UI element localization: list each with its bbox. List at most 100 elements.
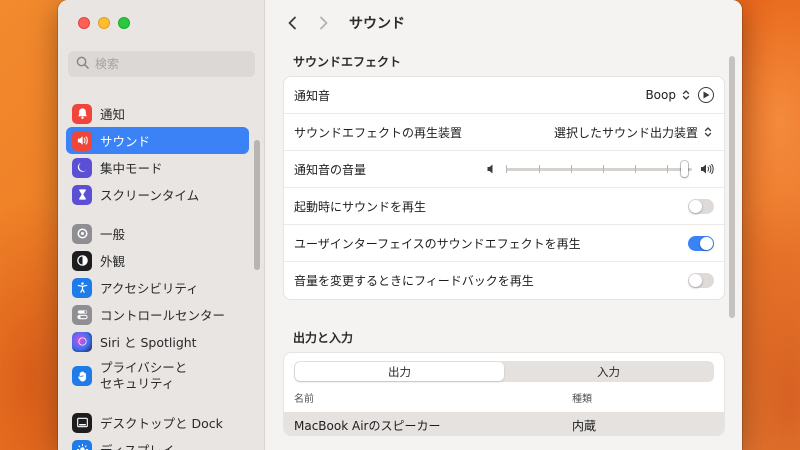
updown-chevron-icon <box>702 125 714 139</box>
display-icon <box>72 439 92 450</box>
label-line-1: プライバシーと <box>100 360 188 375</box>
sidebar-item-privacy-security[interactable]: プライバシーと セキュリティ <box>66 355 249 397</box>
sidebar-item-notifications[interactable]: 通知 <box>66 100 249 127</box>
alert-volume-slider[interactable] <box>506 161 692 177</box>
play-icon <box>703 91 710 99</box>
bell-icon <box>72 103 92 124</box>
speaker-icon <box>72 130 92 151</box>
sidebar-item-label: 集中モード <box>100 161 163 176</box>
device-type: 内蔵 <box>572 418 597 433</box>
alert-volume-label: 通知音の音量 <box>294 162 367 177</box>
slider-tick <box>635 165 636 173</box>
slider-tick <box>539 165 540 173</box>
ui-sound-label: ユーザインターフェイスのサウンドエフェクトを再生 <box>294 236 581 251</box>
accessibility-icon <box>72 277 92 298</box>
chevron-left-icon <box>288 16 296 30</box>
sidebar-item-appearance[interactable]: 外観 <box>66 247 249 274</box>
startup-sound-toggle[interactable] <box>688 198 714 214</box>
slider-tick <box>603 165 604 173</box>
sidebar-item-label: スクリーンタイム <box>100 188 200 203</box>
system-settings-window: 通知 サウンド 集中モード スクリーンタイム <box>58 0 742 450</box>
forward-button[interactable] <box>315 14 333 32</box>
ui-sound-toggle[interactable] <box>688 235 714 251</box>
volume-feedback-label: 音量を変更するときにフィードバックを再生 <box>294 274 534 288</box>
output-input-group: 出力 入力 名前 種類 MacBook Airのスピーカー 内蔵 <box>283 352 725 436</box>
window-controls <box>78 17 130 29</box>
slider-track <box>506 168 692 171</box>
page-title: サウンド <box>349 16 405 32</box>
output-input-segmented-control: 出力 入力 <box>294 361 714 382</box>
sidebar-item-label: Siri と Spotlight <box>100 335 197 350</box>
sidebar-item-siri-spotlight[interactable]: Siri と Spotlight <box>66 328 249 355</box>
sidebar-item-desktop-dock[interactable]: デスクトップと Dock <box>66 409 249 436</box>
sidebar-scrollbar[interactable] <box>254 140 260 270</box>
sidebar-item-label: ディスプレイ <box>100 440 174 450</box>
output-device-popup[interactable]: 選択したサウンド出力装置 <box>554 124 714 141</box>
siri-icon <box>72 331 92 352</box>
slider-tick <box>667 165 668 173</box>
gear-icon <box>72 223 92 244</box>
sidebar-item-displays[interactable]: ディスプレイ <box>66 436 249 450</box>
sidebar-item-control-center[interactable]: コントロールセンター <box>66 301 249 328</box>
sidebar-item-sound[interactable]: サウンド <box>66 127 249 154</box>
alert-sound-value: Boop <box>645 88 676 102</box>
output-device-row: サウンドエフェクトの再生装置 選択したサウンド出力装置 <box>284 114 724 151</box>
updown-chevron-icon <box>680 88 692 102</box>
chevron-right-icon <box>320 16 328 30</box>
alert-sound-popup[interactable]: Boop <box>645 88 692 102</box>
close-button[interactable] <box>78 17 90 29</box>
tab-input[interactable]: 入力 <box>504 362 713 381</box>
sidebar-nav: 通知 サウンド 集中モード スクリーンタイム 一般 外観 アクセシビリティ コン… <box>66 100 249 450</box>
ui-sound-row: ユーザインターフェイスのサウンドエフェクトを再生 <box>284 225 724 262</box>
table-row[interactable]: MacBook Airのスピーカー 内蔵 <box>284 412 724 435</box>
back-button[interactable] <box>283 14 301 32</box>
alert-volume-row: 通知音の音量 <box>284 151 724 188</box>
toggle-knob <box>689 274 702 287</box>
toggle-knob <box>700 236 713 250</box>
slider-tick <box>506 165 507 173</box>
sidebar-item-label: サウンド <box>100 134 151 149</box>
tab-output[interactable]: 出力 <box>295 362 504 381</box>
main-pane: サウンド サウンドエフェクト 通知音 Boop サウンドエフェクトの再生装置 選… <box>265 0 742 450</box>
slider-thumb[interactable] <box>681 161 688 177</box>
volume-feedback-row: 音量を変更するときにフィードバックを再生 <box>284 262 724 299</box>
zoom-button[interactable] <box>118 17 130 29</box>
volume-feedback-toggle[interactable] <box>688 273 714 288</box>
sidebar-item-screen-time[interactable]: スクリーンタイム <box>66 181 249 208</box>
toggle-knob <box>689 199 702 213</box>
sidebar-item-general[interactable]: 一般 <box>66 220 249 247</box>
volume-low-icon <box>487 164 493 174</box>
sidebar-item-label: アクセシビリティ <box>100 281 199 296</box>
toolbar: サウンド <box>265 0 742 46</box>
sidebar-item-accessibility[interactable]: アクセシビリティ <box>66 274 249 301</box>
sidebar-item-label: 一般 <box>100 227 126 242</box>
device-table-header: 名前 種類 <box>284 382 724 412</box>
output-device-value: 選択したサウンド出力装置 <box>553 125 698 140</box>
appearance-icon <box>72 250 92 271</box>
sidebar-item-focus[interactable]: 集中モード <box>66 154 249 181</box>
alert-sound-row: 通知音 Boop <box>284 77 724 114</box>
hand-icon <box>72 366 92 386</box>
play-alert-button[interactable] <box>698 87 714 103</box>
minimize-button[interactable] <box>98 17 110 29</box>
alert-sound-label: 通知音 <box>294 88 331 103</box>
label-line-2: セキュリティ <box>100 376 175 391</box>
search-input[interactable] <box>95 57 245 71</box>
device-name: MacBook Airのスピーカー <box>294 418 441 433</box>
section-title-sound-effects: サウンドエフェクト <box>293 54 402 69</box>
main-scrollbar[interactable] <box>729 56 735 318</box>
slider-tick <box>571 165 572 173</box>
column-header-name[interactable]: 名前 <box>294 390 572 405</box>
search-field[interactable] <box>68 51 255 77</box>
sidebar-item-label: 通知 <box>100 107 126 122</box>
column-header-type[interactable]: 種類 <box>572 390 592 405</box>
section-title-output-input: 出力と入力 <box>293 330 354 345</box>
sound-settings-content: サウンドエフェクト 通知音 Boop サウンドエフェクトの再生装置 選択したサウ… <box>283 46 725 436</box>
moon-icon <box>72 157 92 178</box>
output-device-label: サウンドエフェクトの再生装置 <box>294 125 463 140</box>
hourglass-icon <box>72 184 92 205</box>
volume-high-icon <box>701 163 714 175</box>
startup-sound-label: 起動時にサウンドを再生 <box>294 199 427 214</box>
